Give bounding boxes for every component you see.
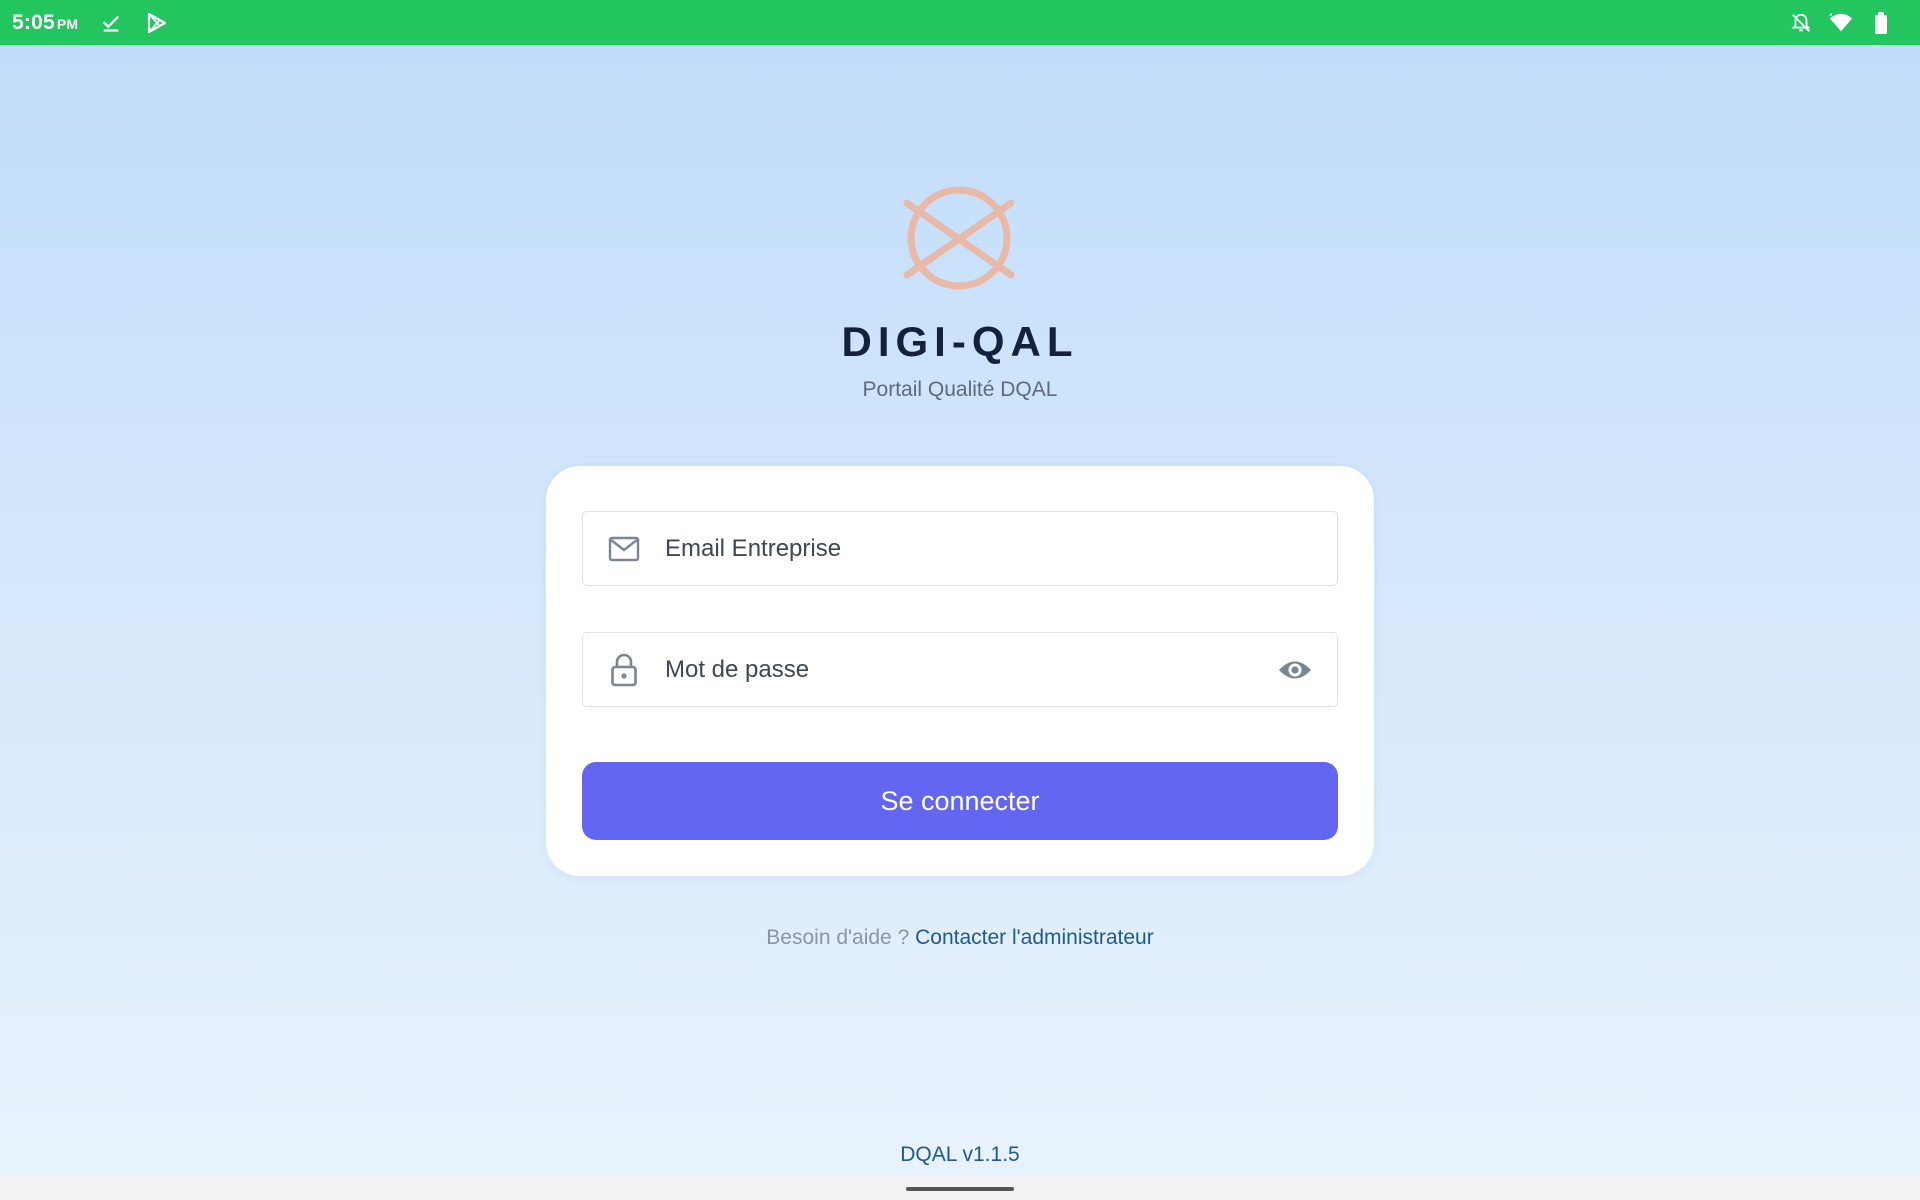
- contact-admin-link[interactable]: Contacter l'administrateur: [915, 926, 1154, 949]
- download-done-icon: [98, 10, 124, 36]
- status-time-ampm: PM: [56, 15, 79, 32]
- envelope-icon: [607, 532, 641, 566]
- app-title: DIGI-QAL: [841, 318, 1079, 365]
- battery-icon: [1868, 10, 1894, 36]
- email-field[interactable]: [582, 511, 1338, 586]
- login-button[interactable]: Se connecter: [582, 762, 1338, 840]
- password-input[interactable]: [665, 633, 1275, 706]
- help-text: Besoin d'aide ?: [766, 926, 910, 949]
- lock-icon: [607, 653, 641, 687]
- notifications-off-icon: [1788, 10, 1814, 36]
- email-input[interactable]: [665, 512, 1337, 585]
- wifi-icon: [1828, 10, 1854, 36]
- circle-cross-logo-icon: [903, 186, 1015, 290]
- navigation-bar: [0, 1176, 1920, 1200]
- eye-icon: [1279, 661, 1311, 678]
- status-time-value: 5:05: [12, 10, 55, 34]
- status-bar: 5:05 PM: [0, 0, 1920, 45]
- status-bar-right: [1788, 10, 1894, 36]
- home-gesture-handle[interactable]: [906, 1187, 1014, 1191]
- login-card: Se connecter: [546, 466, 1374, 876]
- app-version: DQAL v1.1.5: [900, 1143, 1020, 1166]
- help-line: Besoin d'aide ? Contacter l'administrate…: [0, 926, 1920, 950]
- app-logo: [897, 183, 1021, 293]
- play-store-icon: [144, 10, 170, 36]
- password-field[interactable]: [582, 632, 1338, 707]
- status-time: 5:05 PM: [12, 11, 78, 35]
- app-subtitle: Portail Qualité DQAL: [862, 378, 1058, 401]
- toggle-password-visibility-button[interactable]: [1275, 650, 1315, 690]
- status-bar-left: 5:05 PM: [12, 10, 170, 36]
